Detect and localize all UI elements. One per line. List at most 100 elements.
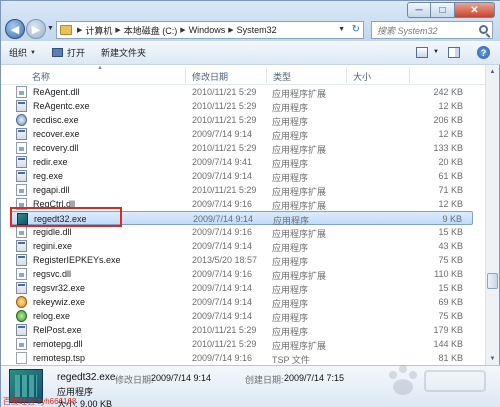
minimize-button[interactable]: ─ <box>407 2 431 18</box>
breadcrumb-local-disk[interactable]: 本地磁盘 (C:) <box>124 24 178 37</box>
scroll-thumb[interactable] <box>487 273 498 289</box>
file-row[interactable]: relog.exe 2009/7/14 9:14 应用程序 75 KB <box>11 309 473 323</box>
file-name: RelPost.exe <box>33 325 82 335</box>
search-icon[interactable] <box>479 25 488 34</box>
footer-watermark: 百度经验 zyh666168 <box>3 397 77 406</box>
file-size: 12 KB <box>438 101 463 111</box>
file-size: 20 KB <box>438 157 463 167</box>
scroll-up-icon[interactable]: ▲ <box>486 65 499 78</box>
breadcrumb-system32[interactable]: System32 <box>237 25 277 35</box>
explorer-window: ─ □ ✕ ◀ ▶ ▼ ▶ 计算机 ▶ 本地磁盘 (C:) ▶ Windows … <box>0 0 500 407</box>
exe-file-icon <box>16 240 27 252</box>
refresh-icon[interactable]: ↻ <box>352 24 360 35</box>
file-name: reg.exe <box>33 171 64 181</box>
file-size: 242 KB <box>433 87 463 97</box>
new-folder-button[interactable]: 新建文件夹 <box>93 41 154 64</box>
search-placeholder: 搜索 System32 <box>377 25 438 36</box>
file-size: 12 KB <box>438 129 463 139</box>
file-row[interactable]: ReAgent.dll 2010/11/21 5:29 应用程序扩展 242 KB <box>11 85 473 99</box>
file-name: RegisterIEPKEYs.exe <box>33 255 121 265</box>
exe-file-icon <box>16 324 27 336</box>
file-row[interactable]: RelPost.exe 2010/11/21 5:29 应用程序 179 KB <box>11 323 473 337</box>
exe-file-icon <box>16 128 27 140</box>
exe-file-icon <box>16 254 27 266</box>
file-size: 75 KB <box>438 255 463 265</box>
file-size: 12 KB <box>438 199 463 209</box>
chevron-right-icon[interactable]: ▶ <box>228 26 233 34</box>
column-divider[interactable] <box>185 67 186 83</box>
file-name: remotepg.dll <box>33 339 83 349</box>
window-controls: ─ □ ✕ <box>407 2 495 18</box>
file-date: 2009/7/14 9:16 <box>192 269 253 279</box>
open-button[interactable]: 打开 <box>44 41 93 64</box>
preview-pane-icon[interactable] <box>448 47 460 58</box>
file-row[interactable]: recdisc.exe 2010/11/21 5:29 应用程序 206 KB <box>11 113 473 127</box>
file-row[interactable]: reg.exe 2009/7/14 9:14 应用程序 61 KB <box>11 169 473 183</box>
file-date: 2010/11/21 5:29 <box>192 185 257 195</box>
detail-modified-value: 2009/7/14 9:14 <box>151 373 212 383</box>
file-row[interactable]: ReAgentc.exe 2010/11/21 5:29 应用程序 12 KB <box>11 99 473 113</box>
file-row[interactable]: regapi.dll 2010/11/21 5:29 应用程序扩展 71 KB <box>11 183 473 197</box>
breadcrumb-windows[interactable]: Windows <box>189 25 226 35</box>
breadcrumb-computer[interactable]: 计算机 <box>85 24 112 37</box>
chevron-right-icon[interactable]: ▶ <box>115 26 120 34</box>
forward-button[interactable]: ▶ <box>26 19 46 39</box>
file-name: recovery.dll <box>33 143 79 153</box>
file-row[interactable]: remotepg.dll 2010/11/21 5:29 应用程序扩展 144 KB <box>11 337 473 351</box>
file-row[interactable]: recover.exe 2009/7/14 9:14 应用程序 12 KB <box>11 127 473 141</box>
wiz-file-icon <box>16 296 27 308</box>
chevron-down-icon: ▼ <box>30 49 36 56</box>
file-date: 2009/7/14 9:14 <box>192 129 253 139</box>
chevron-right-icon[interactable]: ▶ <box>77 26 82 34</box>
search-input[interactable]: 搜索 System32 <box>371 21 493 39</box>
vertical-scrollbar[interactable]: ▲ ▼ <box>485 65 499 365</box>
file-row[interactable]: regsvc.dll 2009/7/14 9:16 应用程序扩展 110 KB <box>11 267 473 281</box>
column-name[interactable]: 名称 <box>32 70 50 83</box>
dll-file-icon <box>16 268 27 280</box>
file-size: 110 KB <box>434 269 463 279</box>
file-date: 2010/11/21 5:29 <box>192 115 257 125</box>
file-row[interactable]: regini.exe 2009/7/14 9:14 应用程序 43 KB <box>11 239 473 253</box>
file-row[interactable]: regsvr32.exe 2009/7/14 9:14 应用程序 15 KB <box>11 281 473 295</box>
file-row[interactable]: RegisterIEPKEYs.exe 2013/5/20 18:57 应用程序 75… <box>11 253 473 267</box>
file-size: 9 KB <box>442 214 462 224</box>
dll-file-icon <box>16 86 27 98</box>
detail-modified-label: 修改日期: <box>115 375 154 385</box>
file-row[interactable]: rekeywiz.exe 2009/7/14 9:14 应用程序 69 KB <box>11 295 473 309</box>
arrow-right-icon: ▶ <box>31 23 41 36</box>
organize-label: 组织 <box>9 48 28 58</box>
exe-file-icon <box>16 282 27 294</box>
file-row[interactable]: regidle.dll 2009/7/14 9:16 应用程序扩展 15 KB <box>11 225 473 239</box>
view-dropdown-icon[interactable]: ▼ <box>433 49 439 55</box>
tsp-file-icon <box>16 352 27 364</box>
close-button[interactable]: ✕ <box>455 2 495 18</box>
column-divider[interactable] <box>346 67 347 83</box>
column-header-row: ▲ 名称 修改日期 类型 大小 <box>1 65 485 85</box>
column-date[interactable]: 修改日期 <box>192 70 228 83</box>
address-dropdown-icon[interactable]: ▼ <box>338 26 345 33</box>
file-name: regidle.dll <box>33 227 72 237</box>
file-date: 2009/7/14 9:16 <box>192 227 253 237</box>
organize-button[interactable]: 组织 ▼ <box>1 41 44 64</box>
file-name: remotesp.tsp <box>33 353 86 363</box>
change-view-icon[interactable] <box>416 47 428 58</box>
file-date: 2013/5/20 18:57 <box>192 255 258 265</box>
file-date: 2010/11/21 5:29 <box>192 101 257 111</box>
column-type[interactable]: 类型 <box>273 70 291 83</box>
file-row[interactable]: redir.exe 2009/7/14 9:41 应用程序 20 KB <box>11 155 473 169</box>
column-size[interactable]: 大小 <box>353 70 371 83</box>
file-row[interactable]: recovery.dll 2010/11/21 5:29 应用程序扩展 133 KB <box>11 141 473 155</box>
address-bar[interactable]: ▶ 计算机 ▶ 本地磁盘 (C:) ▶ Windows ▶ System32 ▼… <box>56 21 364 39</box>
exe-file-icon <box>16 156 27 168</box>
back-button[interactable]: ◀ <box>5 19 25 39</box>
help-icon[interactable]: ? <box>477 46 490 59</box>
history-dropdown-icon[interactable]: ▼ <box>47 25 54 32</box>
chevron-right-icon[interactable]: ▶ <box>180 26 185 34</box>
detail-filename: regedt32.exe <box>57 372 116 383</box>
file-size: 133 KB <box>433 143 463 153</box>
column-divider[interactable] <box>266 67 267 83</box>
relog-file-icon <box>16 310 27 322</box>
maximize-button[interactable]: □ <box>431 2 455 18</box>
file-name: regsvc.dll <box>33 269 72 279</box>
column-divider[interactable] <box>409 67 410 83</box>
